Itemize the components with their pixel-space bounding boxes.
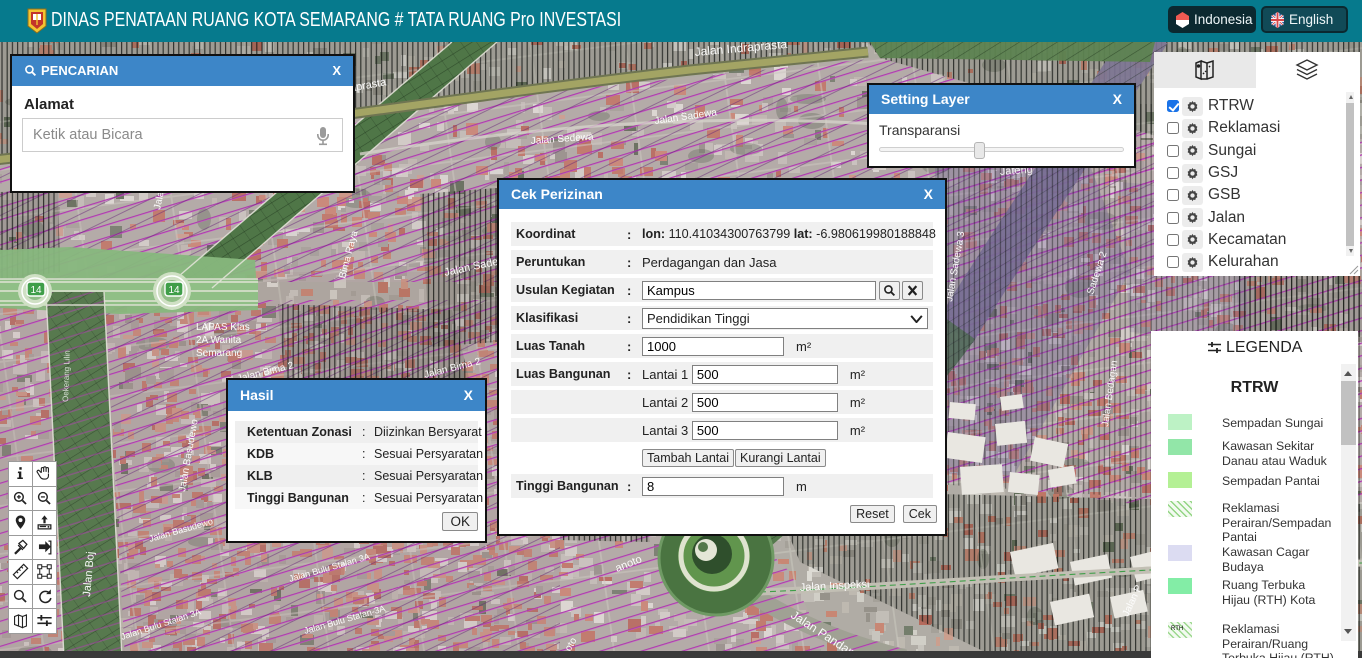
svg-text:14: 14 — [168, 285, 180, 296]
svg-text:Semarang: Semarang — [196, 348, 242, 359]
svg-text:LAPAS Klas: LAPAS Klas — [196, 322, 250, 333]
svg-text:14: 14 — [30, 285, 42, 296]
svg-text:2A Wanita: 2A Wanita — [196, 335, 242, 346]
svg-text:Oekerang Lilin: Oekerang Lilin — [61, 350, 72, 402]
